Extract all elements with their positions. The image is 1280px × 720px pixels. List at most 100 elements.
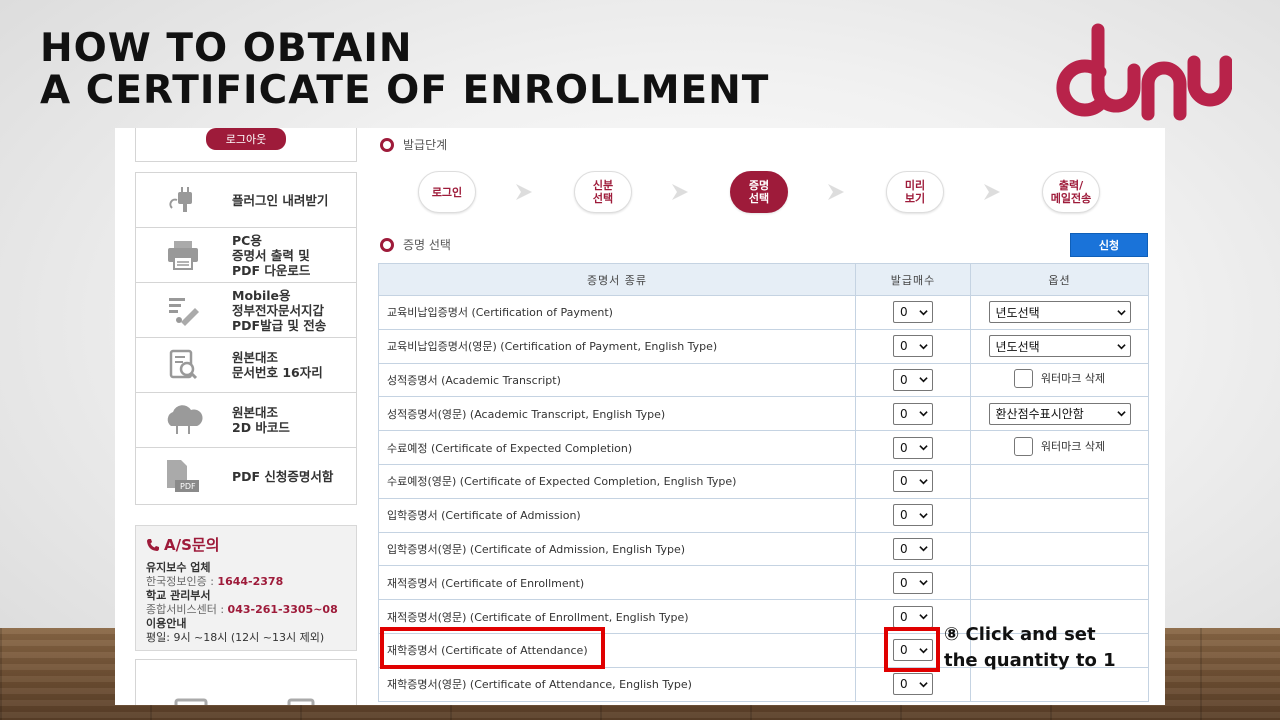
chevron-down-icon [919, 310, 928, 316]
maint-phone: 1644-2378 [217, 575, 284, 588]
certificate-select-heading: 증명 선택 [380, 236, 451, 253]
usage-hours: 평일: 9시 ~18시 (12시 ~13시 제외) [146, 631, 325, 644]
phone-icon [147, 538, 159, 551]
printer-icon [160, 237, 206, 273]
logout-button[interactable]: 로그아웃 [205, 128, 287, 150]
option-cell: 년도선택 [970, 328, 1149, 364]
document-icon[interactable] [283, 696, 319, 705]
option-cell: 년도선택 [970, 295, 1149, 330]
option-cell [970, 531, 1149, 567]
checkbox-box[interactable] [1013, 368, 1033, 388]
sidebar-item-mobile[interactable]: Mobile용 정부전자문서지갑 PDF발급 및 전송 [136, 283, 356, 338]
document-search-icon [160, 347, 206, 383]
step-preview: 미리 보기 [886, 171, 944, 213]
checkbox-label: 워터마크 삭제 [1040, 372, 1106, 386]
quantity-select[interactable]: 0 [893, 335, 933, 358]
slide-title-line-2: A CERTIFICATE OF ENROLLMENT [40, 68, 770, 113]
option-select[interactable]: 년도선택 [988, 335, 1131, 358]
chevron-down-icon [919, 479, 928, 485]
option-select[interactable]: 년도선택 [988, 301, 1131, 324]
cert-name-cell: 재적증명서 (Certificate of Enrollment) [378, 565, 856, 601]
quantity-cell: 0 [855, 328, 971, 364]
cloud-barcode-icon [160, 402, 206, 438]
callout-line-2: the quantity to 1 [944, 650, 1116, 671]
quantity-value: 0 [900, 440, 908, 455]
option-cell [970, 497, 1149, 533]
option-cell: 워터마크 삭제 [970, 362, 1149, 398]
cbnu-logo [1056, 23, 1232, 121]
chevron-right-icon [632, 182, 730, 202]
slide-title-line-1: HOW TO OBTAIN [40, 26, 413, 71]
table-header-row: 증명서 종류 발급매수 옵션 [378, 263, 1149, 296]
quantity-select[interactable]: 0 [893, 436, 933, 459]
quantity-value: 0 [900, 474, 908, 489]
quantity-select[interactable]: 0 [893, 402, 933, 425]
apply-button[interactable]: 신청 [1070, 233, 1148, 257]
bullet-icon [380, 237, 394, 252]
maint-label: 유지보수 업체 [146, 561, 211, 574]
chevron-down-icon [919, 445, 928, 451]
chevron-down-icon [919, 681, 928, 688]
chevron-down-icon [1116, 411, 1126, 417]
pdf-file-icon: PDF [160, 458, 206, 494]
school-label: 학교 관리부서 [146, 589, 211, 602]
table-row: 수료예정(영문) (Certificate of Expected Comple… [378, 463, 1149, 499]
checkbox-box[interactable] [1013, 436, 1033, 456]
as-title-text: A/S문의 [164, 536, 220, 554]
quantity-select[interactable]: 0 [893, 504, 933, 527]
maint-company: 한국정보인증 : [146, 575, 218, 588]
sidebar-item-label: 플러그인 내려받기 [232, 192, 329, 208]
quantity-select[interactable]: 0 [893, 673, 933, 696]
sidebar-item-plugin[interactable]: 플러그인 내려받기 [136, 173, 356, 228]
cert-name-cell: 수료예정 (Certificate of Expected Completion… [378, 430, 856, 465]
table-row: 성적증명서(영문) (Academic Transcript, English … [378, 396, 1149, 432]
quantity-select[interactable]: 0 [893, 470, 933, 493]
table-row: 입학증명서 (Certificate of Admission) 0 [378, 497, 1149, 533]
instruction-callout: ⑧ Click and set the quantity to 1 [944, 622, 1116, 674]
bullet-icon [380, 137, 394, 152]
sidebar-item-label: PC용 증명서 출력 및 PDF 다운로드 [232, 232, 311, 278]
slide-title: HOW TO OBTAIN A CERTIFICATE OF ENROLLMEN… [40, 28, 769, 112]
sidebar-item-pdf-box[interactable]: PDF PDF 신청증명서함 [136, 448, 356, 504]
cert-name-cell: 성적증명서 (Academic Transcript) [378, 362, 856, 398]
table-row: 교육비납입증명서 (Certification of Payment) 0 년도선택 [378, 295, 1149, 330]
svg-text:PDF: PDF [180, 482, 196, 491]
cert-name-cell: 수료예정(영문) (Certificate of Expected Comple… [378, 463, 856, 499]
cert-name-cell: 입학증명서(영문) (Certificate of Admission, Eng… [378, 531, 856, 567]
header-options: 옵션 [970, 263, 1149, 296]
step-print-mail: 출력/ 메일전송 [1042, 171, 1100, 213]
option-select-value: 년도선택 [995, 339, 1040, 354]
option-cell [970, 565, 1149, 601]
quantity-select[interactable]: 0 [893, 368, 933, 391]
usage-label: 이용안내 [146, 617, 187, 630]
watermark-checkbox[interactable]: 워터마크 삭제 [1013, 436, 1105, 456]
cert-name-cell: 성적증명서(영문) (Academic Transcript, English … [378, 396, 856, 432]
cert-name-cell: 재학증명서(영문) (Certificate of Attendance, En… [378, 666, 856, 702]
sidebar-item-doc-number[interactable]: 원본대조 문서번호 16자리 [136, 338, 356, 393]
watermark-checkbox[interactable]: 워터마크 삭제 [1013, 368, 1106, 388]
issue-steps-label: 발급단계 [403, 138, 448, 152]
quantity-cell: 0 [855, 463, 971, 499]
sidebar-item-pc-print[interactable]: PC용 증명서 출력 및 PDF 다운로드 [136, 228, 356, 283]
callout-line-1: ⑧ Click and set [944, 624, 1096, 645]
chevron-down-icon [919, 614, 928, 620]
table-row: 성적증명서 (Academic Transcript) 0 워터마크 삭제 [378, 362, 1149, 398]
table-row: 재적증명서 (Certificate of Enrollment) 0 [378, 565, 1149, 601]
quantity-select[interactable]: 0 [893, 301, 933, 324]
quantity-cell: 0 [855, 295, 971, 330]
chevron-down-icon [919, 546, 928, 552]
quantity-select[interactable]: 0 [893, 537, 933, 560]
sidebar-item-barcode[interactable]: 원본대조 2D 바코드 [136, 393, 356, 448]
option-select-value: 년도선택 [995, 305, 1040, 320]
issue-steps-heading: 발급단계 [380, 136, 447, 153]
quantity-select[interactable]: 0 [893, 605, 933, 628]
quantity-select[interactable]: 0 [893, 571, 933, 594]
option-select[interactable]: 환산점수표시안함 [988, 402, 1131, 425]
sidebar-item-label: 원본대조 2D 바코드 [232, 405, 290, 435]
table-row: 교육비납입증명서(영문) (Certification of Payment, … [378, 328, 1149, 364]
sidebar: 로그아웃 플러그인 내려받기 PC용 증명서 출력 및 PDF 다운로드 Mob… [135, 128, 357, 705]
school-line: 종합서비스센터 : 043-261-3305~08 [146, 603, 346, 617]
option-cell [970, 463, 1149, 499]
maint-line: 한국정보인증 : 1644-2378 [146, 575, 346, 589]
monitor-icon[interactable] [173, 696, 209, 705]
